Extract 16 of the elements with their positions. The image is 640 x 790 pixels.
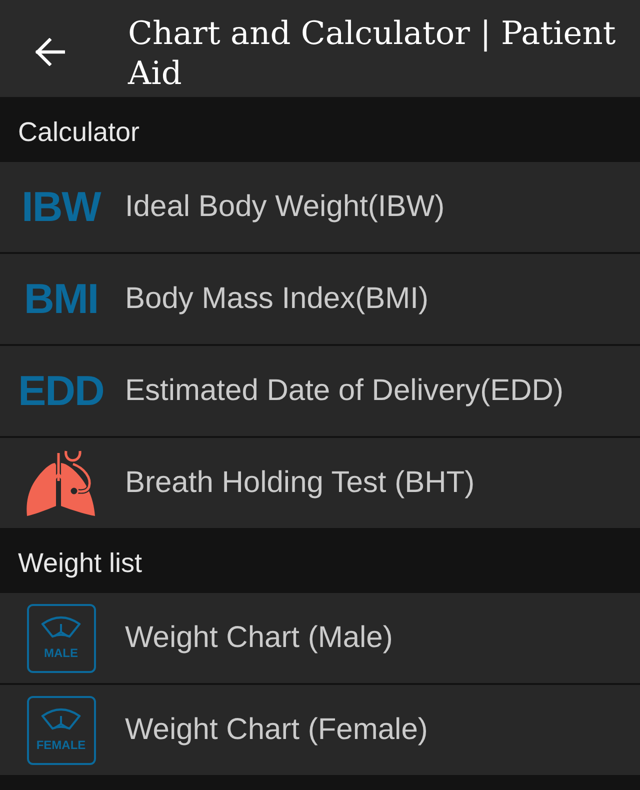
list-item[interactable]: FEMALE Weight Chart (Female) (0, 685, 640, 775)
scale-icon (41, 616, 81, 638)
list-item[interactable]: BMI Body Mass Index(BMI) (0, 254, 640, 344)
logo-label: MALE (44, 646, 78, 658)
lungs-icon (26, 448, 96, 518)
list-item[interactable]: IBW Ideal Body Weight(IBW) (0, 162, 640, 252)
logo-text: IBW (22, 186, 100, 228)
scale-icon (41, 708, 81, 730)
back-arrow-icon (35, 38, 65, 66)
logo-text: BMI (24, 278, 98, 320)
logo-label: FEMALE (36, 738, 86, 750)
list-item[interactable]: EDD Estimated Date of Delivery(EDD) (0, 346, 640, 436)
list-item[interactable]: Breath Holding Test (BHT) (0, 438, 640, 528)
app-title: Chart and Calculator | Patient Aid (128, 13, 617, 93)
logo-text: EDD (18, 370, 104, 412)
list-item[interactable]: MALE Weight Chart (Male) (0, 593, 640, 683)
